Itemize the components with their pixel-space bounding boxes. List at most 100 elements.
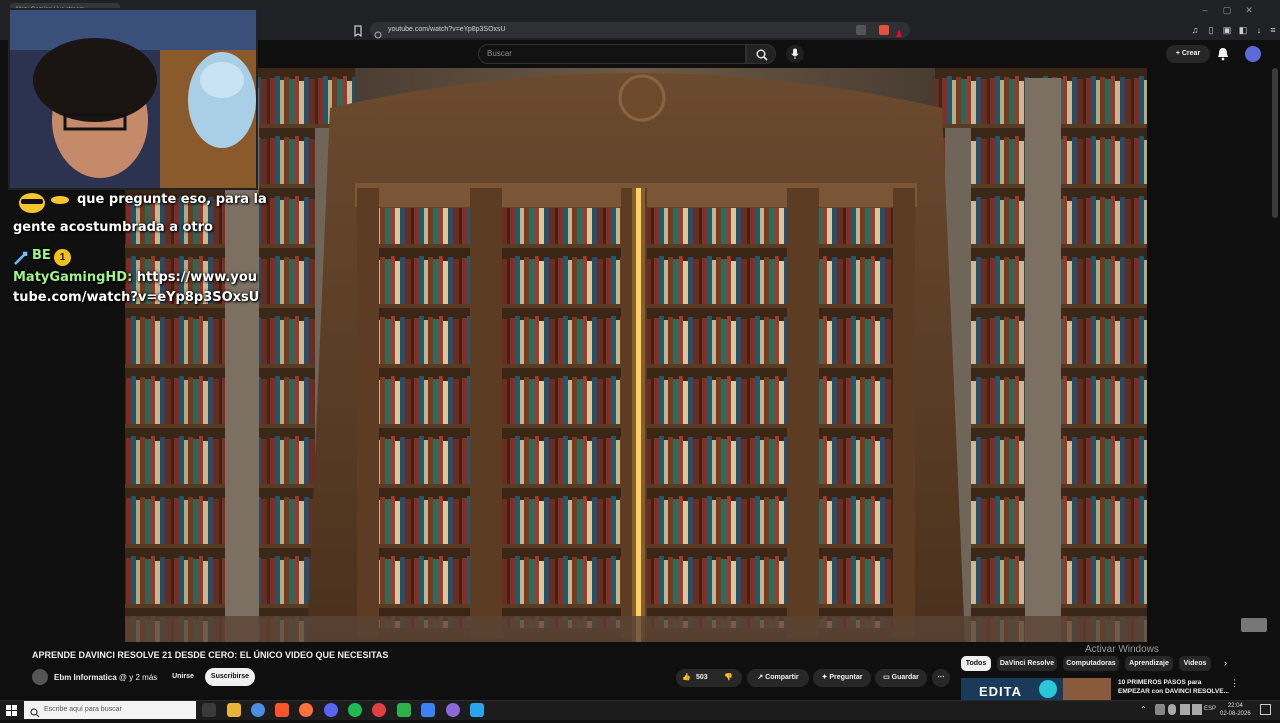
- sunglasses-emoji-icon: [18, 192, 70, 214]
- save-button[interactable]: ▭ Guardar: [875, 669, 927, 687]
- rewards-icon[interactable]: [895, 25, 903, 37]
- vpn-icon[interactable]: ◧: [1236, 23, 1250, 37]
- activate-windows-title: Activar Windows: [1085, 644, 1159, 655]
- share-button[interactable]: ↗ Compartir: [747, 669, 809, 687]
- bell-icon: [1218, 48, 1228, 61]
- chat-message: MatyGamingHD: https://www.you: [13, 270, 257, 285]
- streamer-webcam-image: [10, 10, 256, 188]
- cast-icon[interactable]: [856, 25, 866, 35]
- more-actions-button[interactable]: ⋯: [932, 669, 950, 687]
- obs-icon[interactable]: [372, 703, 386, 717]
- share-icon: ↗: [757, 674, 766, 681]
- brave-icon[interactable]: [275, 703, 289, 717]
- chat-line-1: que pregunte eso, para la: [77, 192, 267, 207]
- taskbar-search-input[interactable]: Escribe aquí para buscar: [24, 701, 196, 719]
- chrome-icon[interactable]: [251, 703, 265, 717]
- channel-avatar[interactable]: [32, 669, 48, 685]
- ask-button[interactable]: ✦ Preguntar: [813, 669, 871, 687]
- file-explorer-icon[interactable]: [227, 703, 241, 717]
- ask-label: Preguntar: [829, 674, 863, 681]
- sword-badge-icon: [13, 250, 29, 266]
- subscribe-button[interactable]: Suscribirse: [205, 668, 255, 686]
- video-right-margin: [1147, 68, 1280, 642]
- channel-name-text: Ebm Informatica: [54, 673, 117, 682]
- address-bar[interactable]: youtube.com/watch?v=eYp8p3SOxsU: [370, 22, 910, 38]
- wallet-icon[interactable]: ▣: [1220, 23, 1234, 37]
- app-icon-2[interactable]: [446, 703, 460, 717]
- close-window-button[interactable]: ✕: [1240, 3, 1258, 17]
- thumbs-down-icon[interactable]: 👎: [724, 669, 733, 687]
- chip-computers[interactable]: Computadoras: [1063, 656, 1119, 671]
- tray-mic-icon[interactable]: [1168, 704, 1176, 715]
- download-icon[interactable]: ↓: [1252, 23, 1266, 37]
- maximize-button[interactable]: ▢: [1218, 3, 1236, 17]
- brave-shield-icon[interactable]: [879, 25, 889, 35]
- page-scrollbar[interactable]: [1272, 68, 1278, 218]
- windows-start-icon[interactable]: [6, 704, 18, 716]
- telegram-icon[interactable]: [470, 703, 484, 717]
- task-view-icon[interactable]: [202, 703, 216, 717]
- chat-badge-text: BE: [32, 248, 51, 263]
- webcam-overlay: [8, 8, 258, 190]
- chat-line-2: gente acostumbrada a otro: [13, 220, 213, 235]
- chip-learning[interactable]: Aprendizaje: [1125, 656, 1173, 671]
- voice-search-button[interactable]: [786, 45, 804, 63]
- channel-name[interactable]: Ebm Informatica @ y 2 más: [54, 673, 157, 682]
- chip-all[interactable]: Todos: [961, 656, 991, 671]
- clock-time: 22:04: [1227, 703, 1243, 709]
- watermark-logo: [1241, 618, 1267, 632]
- related-title-line-2: EMPEZAR con DAVINCI RESOLVE...: [1118, 688, 1229, 695]
- channel-extra: @ y 2 más: [118, 673, 158, 682]
- related-title[interactable]: 10 PRIMEROS PASOS para EMPEZAR con DAVIN…: [1118, 678, 1229, 696]
- create-label: Crear: [1181, 50, 1201, 57]
- thumbnail-person: [1063, 678, 1111, 700]
- language-indicator[interactable]: ESP: [1204, 706, 1216, 712]
- firefox-icon[interactable]: [299, 703, 313, 717]
- account-avatar[interactable]: [1245, 46, 1261, 62]
- create-button[interactable]: + Crear: [1166, 45, 1210, 63]
- video-frame-library-doors: [125, 68, 1147, 642]
- thumbnail-text: EDITA: [979, 684, 1023, 699]
- app-icon-1[interactable]: [421, 703, 435, 717]
- search-input[interactable]: Buscar: [478, 44, 746, 64]
- tray-app-icon[interactable]: [1155, 704, 1165, 715]
- tray-chevron-icon[interactable]: ⌃: [1140, 705, 1147, 714]
- taskbar-search-icon: [30, 705, 40, 718]
- sidebar-icon[interactable]: ▯: [1204, 23, 1218, 37]
- menu-icon[interactable]: ≡: [1266, 23, 1280, 37]
- chat-message-part-2: tube.com/watch?v=eYp8p3SOxsU: [13, 290, 260, 305]
- related-thumbnail[interactable]: EDITA: [961, 678, 1111, 700]
- chat-username: MatyGamingHD:: [13, 270, 133, 285]
- join-button[interactable]: Unirse: [170, 668, 196, 686]
- site-info-icon[interactable]: [374, 26, 382, 39]
- notification-center-icon[interactable]: [1260, 704, 1271, 715]
- thumbs-up-icon[interactable]: 👍: [682, 669, 691, 687]
- video-title: APRENDE DAVINCI RESOLVE 21 DESDE CERO: E…: [32, 650, 389, 660]
- microphone-icon: [791, 48, 799, 59]
- volume-icon[interactable]: [1192, 704, 1202, 715]
- chat-number-badge: 1: [54, 249, 71, 266]
- network-icon[interactable]: [1180, 704, 1190, 715]
- save-icon: ▭: [883, 674, 892, 681]
- like-count: 503: [696, 674, 708, 681]
- media-player-icon[interactable]: [397, 703, 411, 717]
- spotify-icon[interactable]: [348, 703, 362, 717]
- bookmark-icon[interactable]: [353, 24, 363, 38]
- search-icon: [756, 49, 768, 61]
- share-label: Compartir: [765, 674, 799, 681]
- search-button[interactable]: [746, 44, 776, 64]
- related-more-icon[interactable]: ⋮: [1230, 678, 1239, 689]
- related-title-line-1: 10 PRIMEROS PASOS para: [1118, 679, 1202, 686]
- chevron-right-icon[interactable]: ›: [1224, 658, 1227, 668]
- discord-icon[interactable]: [324, 703, 338, 717]
- video-player[interactable]: [125, 68, 1147, 642]
- save-label: Guardar: [891, 674, 919, 681]
- like-dislike-group: 👍 503 👎: [676, 669, 742, 687]
- media-icon[interactable]: ♫: [1188, 23, 1202, 37]
- chip-videos[interactable]: Videos: [1179, 656, 1211, 671]
- notifications-button[interactable]: [1216, 46, 1230, 62]
- davinci-logo-icon: [1039, 680, 1057, 698]
- minimize-button[interactable]: –: [1196, 3, 1214, 17]
- taskbar-clock[interactable]: 22:04 02-08-2026: [1220, 702, 1251, 718]
- chip-davinci[interactable]: DaVinci Resolve: [997, 656, 1057, 671]
